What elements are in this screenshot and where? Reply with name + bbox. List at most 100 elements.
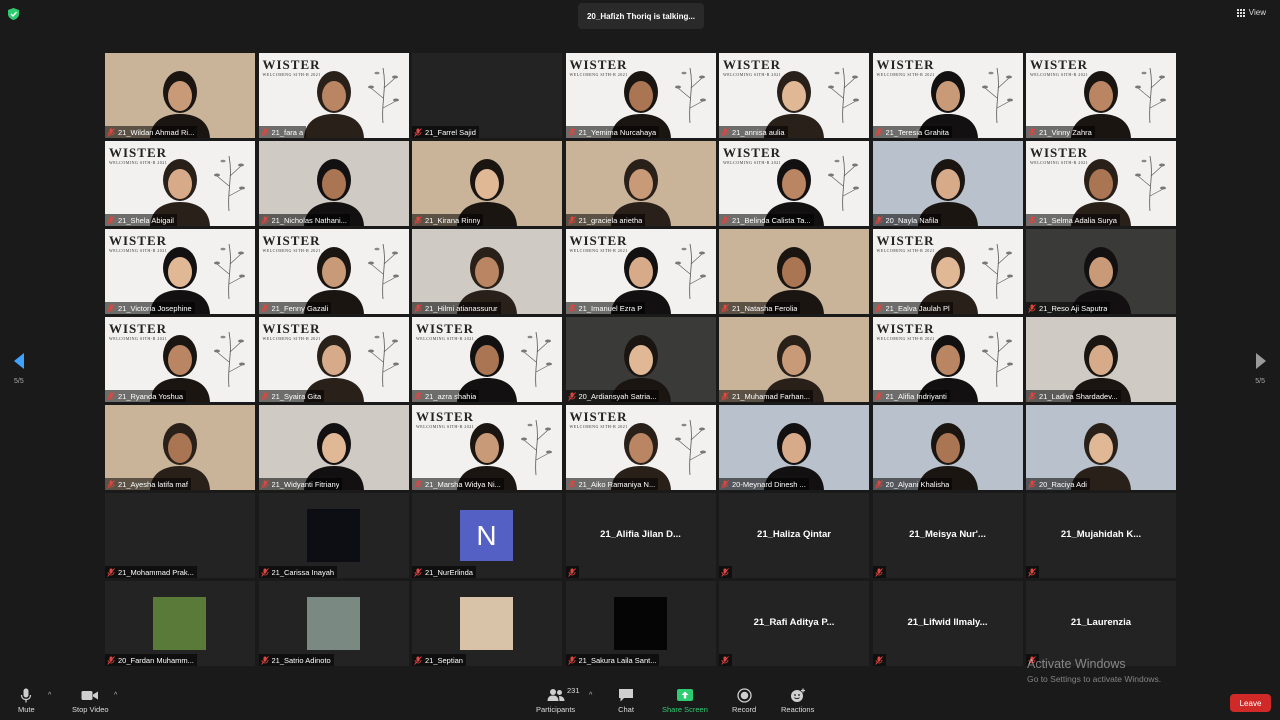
participant-name-bar: 21_Shela Abigail [105, 214, 177, 226]
participant-tile[interactable]: WISTER WELCOMING SITH-R 2021 21_Ealva Jaul… [872, 229, 1023, 314]
previous-page-arrow-icon[interactable] [12, 352, 26, 370]
activate-windows-watermark: Activate Windows Go to Settings to activ… [1027, 657, 1161, 684]
participant-name: 20_Nayla Nafila [885, 215, 939, 225]
participant-name-bar: 21_Nicholas Nathani... [258, 214, 350, 226]
participant-tile[interactable]: WISTER WELCOMING SITH-R 2021 21_Aiko Raman… [565, 405, 716, 490]
participant-tile[interactable]: WISTER WELCOMING SITH-R 2021 21_Shela Abig… [105, 141, 255, 226]
participant-tile[interactable]: 21_Haliza Qintar [719, 493, 869, 578]
participant-tile[interactable]: WISTER WELCOMING SITH-R 2021 21_Vinny Zahr… [1026, 53, 1176, 138]
participant-tile[interactable]: WISTER WELCOMING SITH-R 2021 21_fara a [258, 53, 409, 138]
participant-tile[interactable]: WISTER WELCOMING SITH-R 2021 21_Selma Adal… [1026, 141, 1176, 226]
participant-tile[interactable]: 21_Septian [412, 581, 562, 666]
chat-button[interactable]: Chat [618, 688, 634, 714]
participant-tile[interactable]: WISTER WELCOMING SITH-R 2021 21_Marsha Wid… [412, 405, 562, 490]
participant-tile[interactable]: 20_Alyani Khalisha [872, 405, 1023, 490]
share-screen-icon [676, 689, 693, 701]
record-button[interactable]: Record [732, 688, 756, 714]
participant-tile[interactable]: WISTER WELCOMING SITH-R 2021 21_Syaira Git… [258, 317, 409, 402]
record-label: Record [732, 705, 757, 714]
muted-microphone-icon [260, 303, 269, 313]
share-screen-button[interactable]: Share Screen [662, 688, 708, 714]
muted-microphone-icon [414, 127, 422, 137]
video-options-chevron-icon[interactable]: ^ [114, 692, 117, 699]
muted-microphone-icon [260, 479, 269, 489]
participant-tile[interactable]: 21_Muhamad Farhan... [719, 317, 869, 402]
reactions-button[interactable]: Reactions [781, 688, 814, 714]
participant-tile[interactable]: 21_Hilmi atianassurur [412, 229, 562, 314]
participant-tile[interactable]: 21_Natasha Ferolia [719, 229, 869, 314]
participant-tile[interactable]: 21_Laurenzia [1026, 581, 1176, 666]
participant-tile[interactable]: 21_Farrel Sajid [412, 53, 562, 138]
stop-video-button[interactable]: Stop Video [72, 688, 109, 714]
participant-tile[interactable]: 21_Rafi Aditya P... [719, 581, 869, 666]
participant-tile[interactable]: WISTER WELCOMING SITH-R 2021 21_Ryanda Yos… [105, 317, 255, 402]
participant-tile[interactable]: 21_Lifwid Ilmaly... [872, 581, 1023, 666]
participant-tile[interactable]: WISTER WELCOMING SITH-R 2021 21_azra shahi… [412, 317, 562, 402]
participant-name: 21_Reso Aji Saputra [1039, 303, 1108, 313]
participant-tile[interactable]: 21_Wildan Ahmad Ri... [105, 53, 255, 138]
participant-tile[interactable]: 21_Mujahidah K... [1026, 493, 1176, 578]
participant-tile[interactable]: WISTER WELCOMING SITH-R 2021 21_Yemima Nur… [565, 53, 716, 138]
branch-illustration [828, 155, 859, 211]
watermark-title: Activate Windows [1027, 657, 1126, 671]
participant-tile[interactable]: WISTER WELCOMING SITH-R 2021 21_Alifia Ind… [872, 317, 1023, 402]
leave-button[interactable]: Leave [1230, 694, 1271, 712]
participant-tile[interactable]: 20-Meynard Dinesh ... [719, 405, 869, 490]
participant-tile[interactable]: N 21_NurErlinda [412, 493, 562, 578]
participant-name-bar [872, 566, 886, 578]
participant-name: 21_graciela arietha [578, 215, 643, 225]
participant-name-bar: 21_Hilmi atianassurur [412, 302, 501, 314]
participant-tile[interactable]: WISTER WELCOMING SITH-R 2021 21_annisa aul… [719, 53, 869, 138]
participant-name-bar: 21_Wildan Ahmad Ri... [105, 126, 198, 138]
participant-name-bar: 21_Natasha Ferolia [719, 302, 801, 314]
participant-tile[interactable]: 21_graciela arietha [565, 141, 716, 226]
participant-tile[interactable]: WISTER WELCOMING SITH-R 2021 21_Belinda Ca… [719, 141, 869, 226]
participant-name-bar: 21_fara a [258, 126, 307, 138]
participant-name: 21_Selma Adalia Surya [1039, 215, 1117, 225]
participant-tile[interactable]: 20_Nayla Nafila [872, 141, 1023, 226]
record-icon [736, 688, 752, 703]
participant-name: 21_Imanuel Ezra P [578, 303, 643, 313]
participant-tile[interactable]: 21_Ayesha latifa maf [105, 405, 255, 490]
participant-tile[interactable]: 20_Raciya Adi [1026, 405, 1176, 490]
participant-tile[interactable]: WISTER WELCOMING SITH-R 2021 21_Teresia Gr… [872, 53, 1023, 138]
grid-view-icon [1236, 8, 1245, 17]
profile-picture [613, 597, 667, 650]
participant-name: 21_Farrel Sajid [425, 127, 476, 137]
participant-tile[interactable]: 21_Kirana Rinny [412, 141, 562, 226]
participant-tile[interactable]: 21_Mohammad Prak... [105, 493, 255, 578]
participant-tile[interactable]: 21_Nicholas Nathani... [258, 141, 409, 226]
participant-name-bar: 21_Vinny Zahra [1026, 126, 1095, 138]
participant-tile[interactable]: WISTER WELCOMING SITH-R 2021 21_Imanuel Ez… [565, 229, 716, 314]
next-page-arrow-icon[interactable] [1254, 352, 1268, 370]
audio-options-chevron-icon[interactable]: ^ [48, 692, 51, 699]
participant-tile[interactable]: 21_Carissa Inayah [258, 493, 409, 578]
branch-illustration [674, 419, 706, 475]
mute-button[interactable]: Mute [18, 688, 35, 714]
mute-label: Mute [18, 705, 35, 714]
participant-tile[interactable]: WISTER WELCOMING SITH-R 2021 21_Fenny Gaza… [258, 229, 409, 314]
participant-tile[interactable]: 21_Reso Aji Saputra [1026, 229, 1176, 314]
participant-tile[interactable]: 21_Meisya Nur'... [872, 493, 1023, 578]
participant-tile[interactable]: 21_Widyanti Fitriany [258, 405, 409, 490]
participant-tile[interactable]: 21_Satrio Adinoto [258, 581, 409, 666]
participant-name-bar: 21_Aiko Ramaniya N... [565, 478, 659, 490]
participant-tile[interactable]: 20_Fardan Muhamm... [105, 581, 255, 666]
participant-name-bar: 21_Selma Adalia Surya [1026, 214, 1120, 226]
participants-options-chevron-icon[interactable]: ^ [589, 692, 592, 699]
participant-name-bar: 21_Reso Aji Saputra [1026, 302, 1111, 314]
view-button[interactable]: View [1236, 8, 1266, 17]
muted-microphone-icon [874, 479, 883, 489]
reactions-label: Reactions [781, 705, 815, 714]
participants-label: Participants [536, 705, 576, 714]
participant-name: 21_azra shahia [425, 391, 477, 401]
participant-tile[interactable]: 21_Alifia Jilan D... [565, 493, 716, 578]
participant-tile[interactable]: WISTER WELCOMING SITH-R 2021 21_Victoria J… [105, 229, 255, 314]
participant-tile[interactable]: 21_Sakura Laila Sant... [565, 581, 716, 666]
muted-microphone-icon [414, 215, 422, 225]
participant-tile[interactable]: 21_Ladiva Shardadev... [1026, 317, 1176, 402]
participant-tile[interactable]: 20_Ardiansyah Satria... [565, 317, 716, 402]
muted-microphone-icon [107, 303, 115, 313]
participant-name-bar: 21_Satrio Adinoto [258, 654, 334, 666]
security-shield-icon[interactable] [8, 8, 19, 20]
